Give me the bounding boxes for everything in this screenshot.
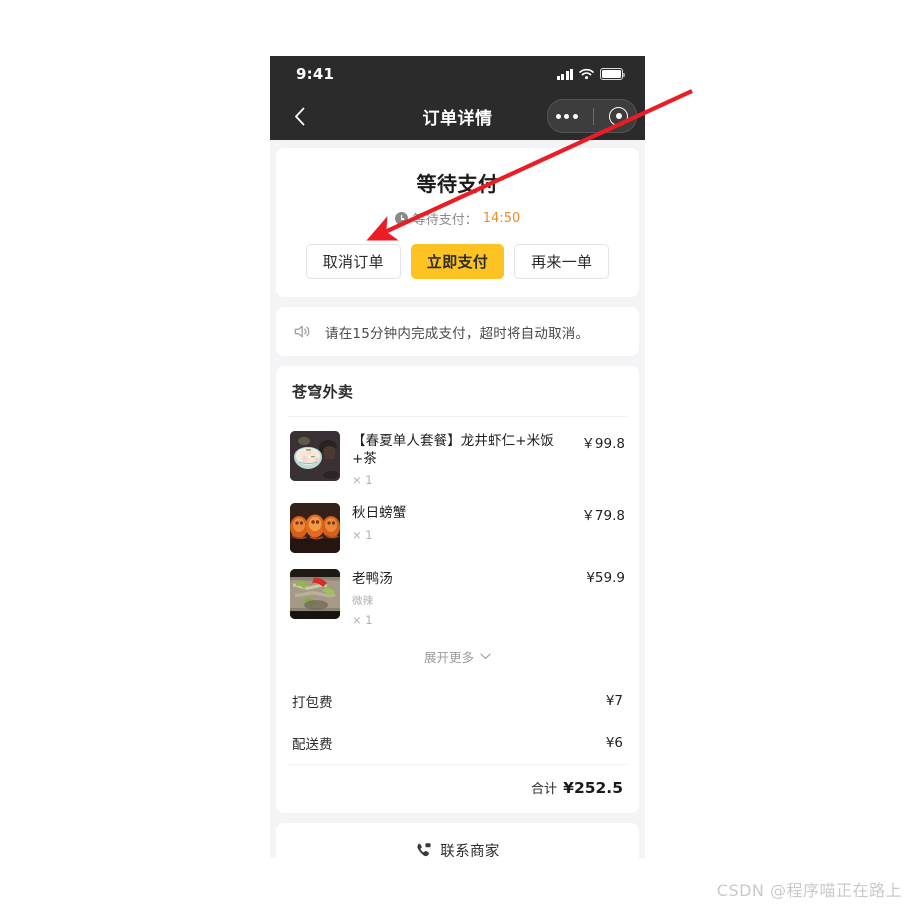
shrimp-rice-bowl-photo (290, 431, 340, 481)
total-amount: ¥252.5 (563, 778, 623, 797)
wechat-capsule[interactable] (547, 99, 637, 133)
expand-more-button[interactable]: 展开更多 (290, 635, 625, 680)
contact-merchant-button[interactable]: 联系商家 (276, 822, 639, 858)
list-item[interactable]: 秋日螃蟹 × 1 ￥79.8 (290, 495, 625, 561)
wifi-icon (579, 65, 594, 84)
total-label: 合计 (531, 781, 558, 797)
item-name: 秋日螃蟹 (352, 505, 407, 522)
phone-frame: 9:41 订单详情 等待支付 等待支付： 14:50 取消订单 立即支付 再来一… (270, 56, 645, 858)
capsule-divider (592, 107, 594, 125)
order-action-buttons: 取消订单 立即支付 再来一单 (292, 244, 623, 279)
order-items-card: 苍穹外卖 【春夏单人套餐】龙井虾仁+米饭+茶 × 1 ￥99.8 秋日螃蟹 × … (276, 366, 639, 813)
countdown-row: 等待支付： 14:50 (292, 209, 623, 228)
item-price: ￥99.8 (581, 436, 625, 452)
status-bar: 9:41 (270, 56, 645, 92)
item-info: 【春夏单人套餐】龙井虾仁+米饭+茶 × 1 (352, 431, 571, 487)
list-item[interactable]: 老鸭汤 微辣 × 1 ¥59.9 (290, 561, 625, 634)
speaker-icon (292, 321, 313, 342)
clock-icon (394, 212, 408, 225)
payment-notice-text: 请在15分钟内完成支付，超时将自动取消。 (325, 325, 590, 342)
contact-merchant-label: 联系商家 (440, 843, 500, 858)
fee-row-delivery: 配送费 ¥6 (276, 722, 639, 764)
fee-value: ¥6 (605, 734, 623, 751)
order-total-row: 合计 ¥252.5 (276, 765, 639, 813)
reorder-button[interactable]: 再来一单 (514, 244, 610, 279)
item-info: 秋日螃蟹 × 1 (352, 503, 571, 541)
fee-value: ¥7 (605, 692, 623, 709)
fee-label: 打包费 (292, 694, 333, 711)
battery-icon (600, 68, 626, 80)
target-circle-icon[interactable] (609, 106, 629, 126)
nav-bar: 订单详情 (270, 92, 645, 140)
cancel-order-button[interactable]: 取消订单 (305, 244, 401, 279)
item-qty: × 1 (352, 473, 373, 488)
order-status-card: 等待支付 等待支付： 14:50 取消订单 立即支付 再来一单 (276, 148, 639, 297)
screen-body: 等待支付 等待支付： 14:50 取消订单 立即支付 再来一单 请在15分钟内完… (270, 140, 645, 858)
fee-row-packaging: 打包费 ¥7 (276, 680, 639, 722)
back-button[interactable] (284, 101, 314, 131)
fee-label: 配送费 (292, 736, 333, 753)
chevron-left-icon (294, 107, 304, 125)
signal-icon (556, 68, 573, 80)
expand-more-label: 展开更多 (423, 649, 474, 665)
watermark: CSDN @程序喵正在路上 (716, 881, 902, 900)
item-price: ￥79.8 (581, 508, 625, 525)
item-spec: 微辣 (352, 594, 373, 607)
item-name: 【春夏单人套餐】龙井虾仁+米饭+茶 (352, 433, 554, 468)
item-name: 老鸭汤 (352, 571, 393, 588)
shop-name[interactable]: 苍穹外卖 (276, 366, 639, 416)
order-items-list: 【春夏单人套餐】龙井虾仁+米饭+茶 × 1 ￥99.8 秋日螃蟹 × 1 ￥79… (276, 417, 639, 680)
duck-soup-photo (290, 569, 340, 620)
countdown-value: 14:50 (482, 211, 521, 226)
chevron-down-icon (480, 653, 491, 659)
countdown-label: 等待支付： (412, 213, 478, 228)
more-dots-icon[interactable] (555, 113, 578, 119)
crab-photo (290, 503, 340, 554)
status-bar-time: 9:41 (296, 65, 335, 83)
phone-icon (417, 842, 431, 856)
order-status-title: 等待支付 (416, 172, 499, 196)
item-qty: × 1 (352, 527, 373, 542)
list-item[interactable]: 【春夏单人套餐】龙井虾仁+米饭+茶 × 1 ￥99.8 (290, 423, 625, 495)
status-bar-icons (556, 65, 626, 84)
item-info: 老鸭汤 微辣 × 1 (352, 569, 576, 626)
item-qty: × 1 (352, 612, 373, 627)
payment-notice-card: 请在15分钟内完成支付，超时将自动取消。 (276, 307, 639, 356)
pay-now-button[interactable]: 立即支付 (410, 244, 505, 279)
item-price: ¥59.9 (586, 570, 625, 587)
